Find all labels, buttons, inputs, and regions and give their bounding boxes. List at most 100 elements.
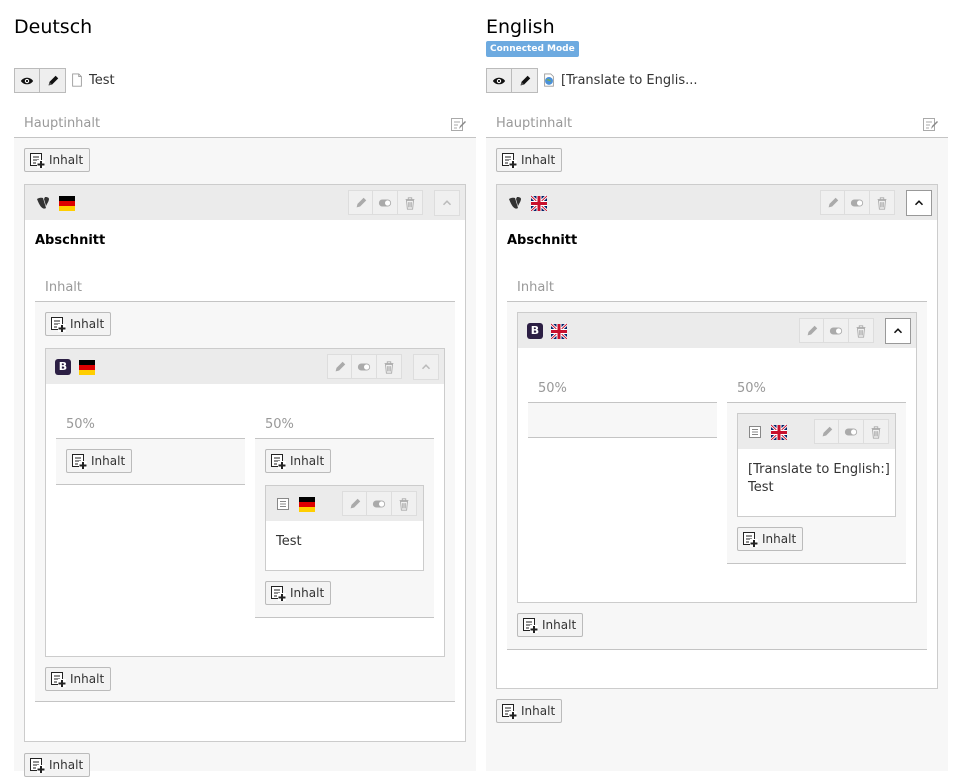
edit-page-button[interactable] [40,68,66,93]
pencil-icon [518,74,532,88]
inner-column-label: Inhalt [45,280,82,295]
edit-button[interactable] [814,419,839,444]
delete-button[interactable] [392,491,417,516]
page-icon [70,72,84,88]
bootstrap-icon: B [527,322,543,339]
flag-uk-icon [531,195,547,211]
delete-button[interactable] [849,318,874,343]
collapse-button[interactable] [885,318,911,344]
collapse-button[interactable] [906,190,932,216]
flag-de-icon [59,195,75,211]
add-content-button[interactable]: Inhalt [24,753,91,777]
trash-icon [875,196,889,210]
page-actions-en [486,68,538,93]
bootstrap-icon: B [55,358,71,375]
add-content-icon [522,617,538,633]
add-content-button[interactable]: Inhalt [517,613,584,637]
element-actions [342,491,417,516]
collapse-button[interactable] [413,354,439,380]
language-heading-de: Deutsch [14,16,93,38]
grid-column-label: 50% [66,417,95,432]
trash-icon [382,360,396,374]
edit-icon [826,196,840,210]
add-content-button[interactable]: Inhalt [737,527,804,551]
add-content-button[interactable]: Inhalt [265,581,332,605]
edit-button[interactable] [327,354,352,379]
toggle-button[interactable] [367,491,392,516]
delete-button[interactable] [870,190,895,215]
eye-icon [492,74,506,88]
page-title-label: Test [89,72,115,88]
element-actions [327,354,402,379]
element-actions [814,419,889,444]
page-title-label: [Translate to Englis... [561,72,698,88]
add-content-button[interactable]: Inhalt [45,667,112,691]
edit-icon [820,425,834,439]
add-content-label: Inhalt [542,618,577,632]
add-content-button[interactable]: Inhalt [265,449,332,473]
edit-button[interactable] [820,190,845,215]
inner-column-header: Inhalt [507,274,927,302]
add-content-button[interactable]: Inhalt [496,148,563,172]
add-content-icon [71,453,87,469]
toggle-button[interactable] [352,354,377,379]
add-content-button[interactable]: Inhalt [66,449,133,473]
add-content-label: Inhalt [521,704,556,718]
chevron-up-icon [912,196,926,210]
edit-button[interactable] [342,491,367,516]
flag-de-icon [299,496,315,512]
page-title-de[interactable]: Test [70,72,115,88]
text-content: Test [276,534,302,549]
chevron-up-icon [440,196,454,210]
edit-button[interactable] [348,190,373,215]
toggle-icon [378,196,392,210]
add-content-label: Inhalt [762,532,797,546]
edit-button[interactable] [799,318,824,343]
edit-icon [333,360,347,374]
collapse-button[interactable] [434,190,460,216]
toggle-icon [357,360,371,374]
column-edit-icon[interactable] [922,116,938,132]
add-content-icon [50,316,66,332]
grid-column-header: 50% [528,375,717,403]
column-edit-icon[interactable] [450,116,466,132]
grid-column-header: 50% [727,375,906,403]
inner-column-label: Inhalt [517,280,554,295]
toggle-button[interactable] [373,190,398,215]
toggle-icon [850,196,864,210]
view-button[interactable] [14,68,40,93]
connected-mode-badge: Connected Mode [486,41,579,57]
text-content: [Translate to English:] Test [748,461,890,497]
add-content-label: Inhalt [91,454,126,468]
add-content-icon [270,453,286,469]
toggle-button[interactable] [839,419,864,444]
flag-de-icon [79,359,95,375]
delete-button[interactable] [377,354,402,379]
add-content-label: Inhalt [70,672,105,686]
grid-column-label: 50% [538,381,567,396]
text-element-icon [275,496,291,512]
toggle-button[interactable] [824,318,849,343]
element-actions [820,190,895,215]
add-content-button[interactable]: Inhalt [24,148,91,172]
add-content-button[interactable]: Inhalt [496,699,563,723]
add-content-label: Inhalt [49,153,84,167]
eye-icon [20,74,34,88]
edit-icon [348,497,362,511]
typo3-icon [35,195,51,211]
toggle-icon [829,324,843,338]
view-button[interactable] [486,68,512,93]
add-content-label: Inhalt [521,153,556,167]
add-content-icon [270,585,286,601]
column-label: Hauptinhalt [24,116,101,131]
text-element-icon [747,424,763,440]
page-title-en[interactable]: [Translate to Englis... [542,72,698,88]
edit-page-button[interactable] [512,68,538,93]
toggle-button[interactable] [845,190,870,215]
flag-uk-icon [551,323,567,339]
add-content-button[interactable]: Inhalt [45,312,112,336]
delete-button[interactable] [864,419,889,444]
chevron-up-icon [891,324,905,338]
delete-button[interactable] [398,190,423,215]
grid-column-header: 50% [255,411,434,439]
